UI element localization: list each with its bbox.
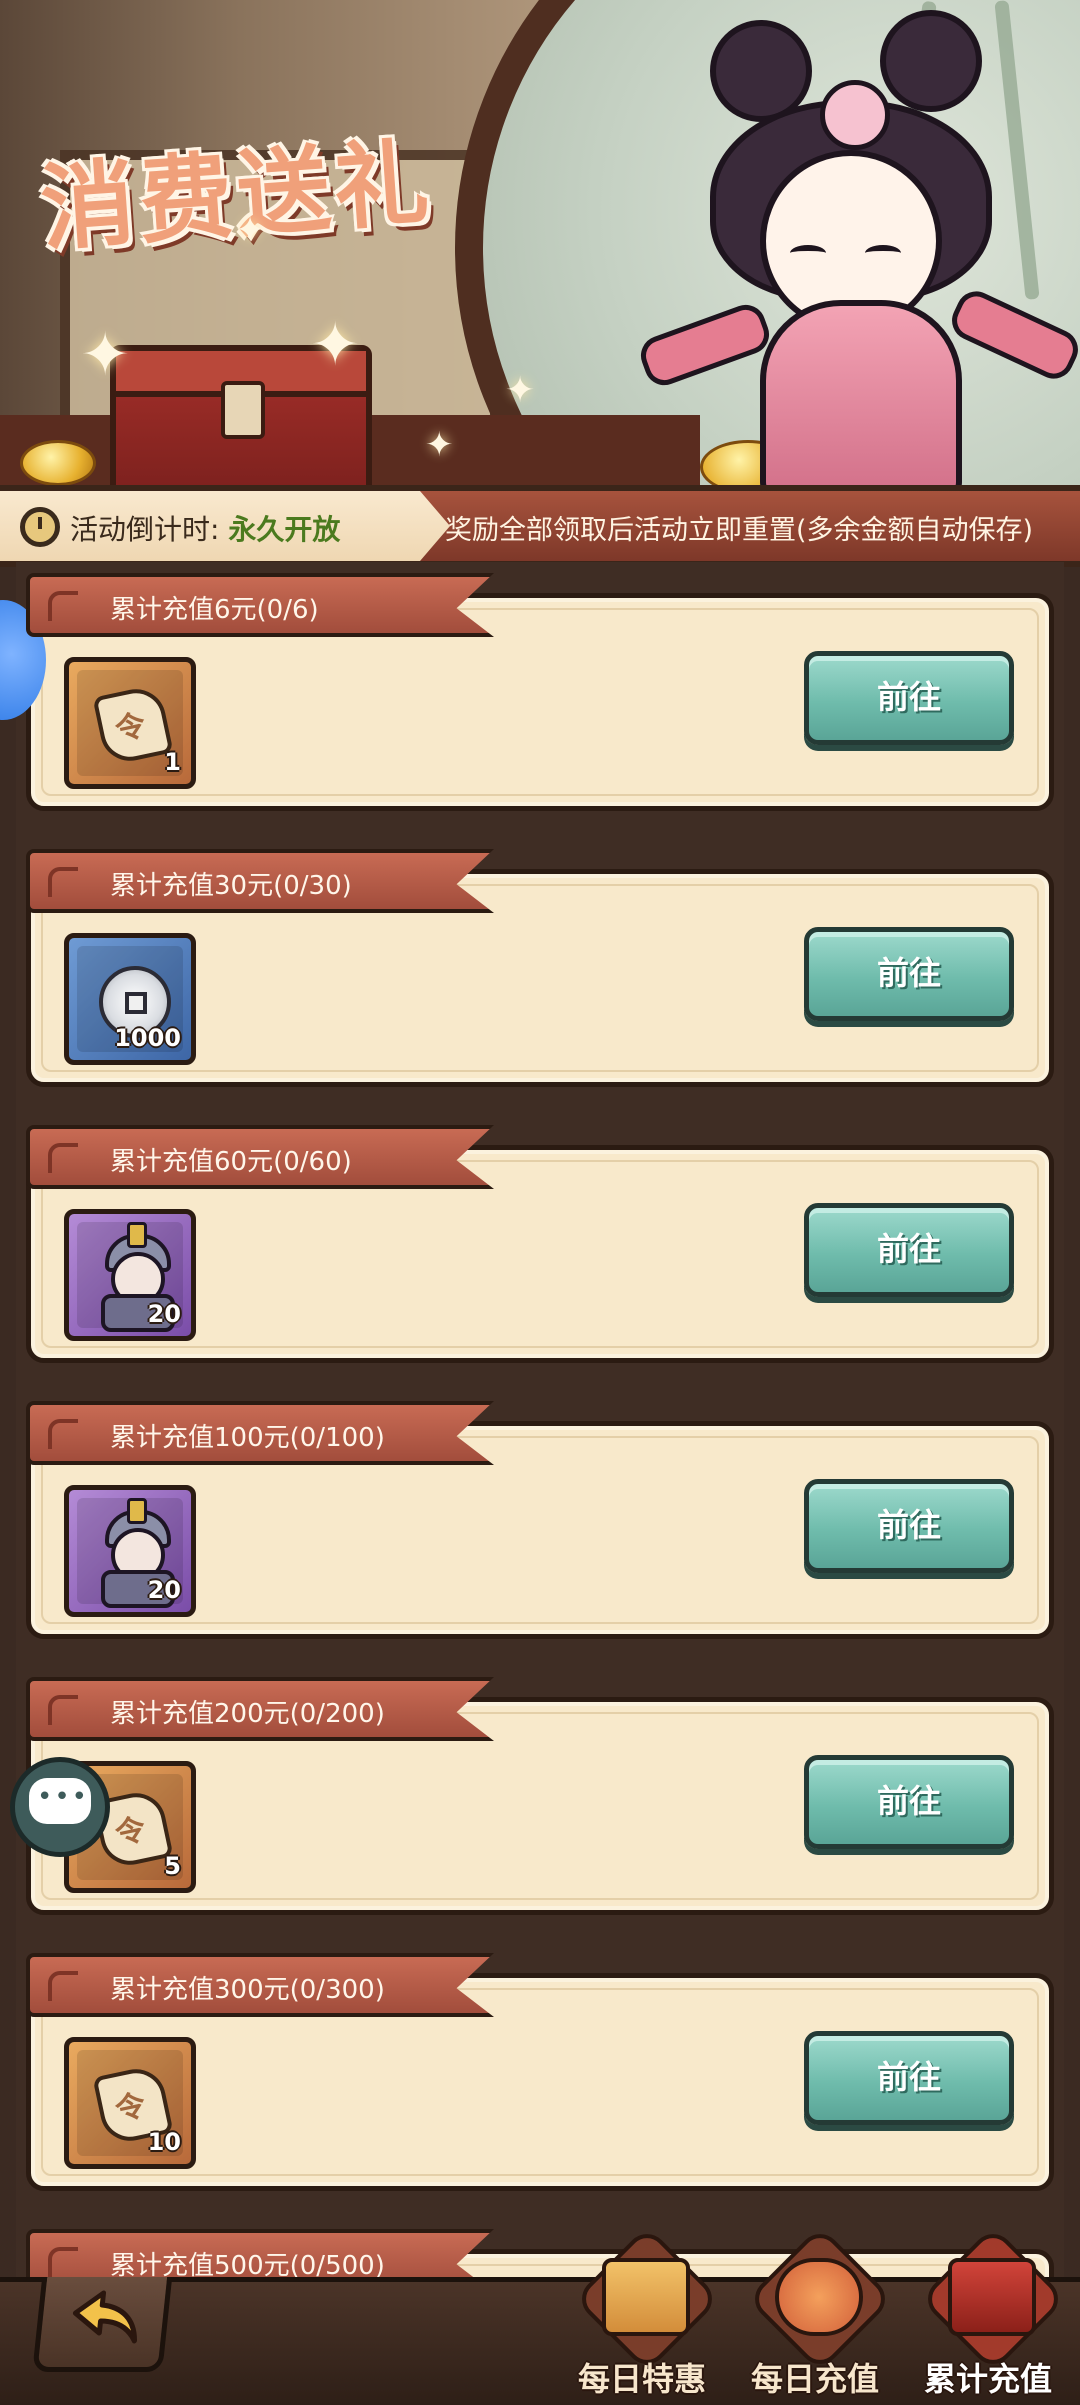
treasure-chest-icon (948, 2258, 1036, 2336)
go-button[interactable]: 前往 (804, 1479, 1014, 1573)
sparkle-icon: ✦ (505, 370, 536, 411)
countdown-label: 活动倒计时: 永久开放 (70, 508, 340, 548)
tab-daily-special[interactable]: 每日特惠 (562, 2225, 722, 2404)
back-button[interactable] (32, 2262, 174, 2372)
tier-title: 累计充值30元(0/30) (110, 871, 352, 901)
tier-title-tab: 累计充值300元(0/300) (26, 1953, 494, 2017)
reward-item-slot[interactable]: 20 (64, 1485, 196, 1617)
tab-cumulative-recharge[interactable]: 累计充值 (908, 2225, 1068, 2404)
reward-quantity: 20 (147, 1576, 181, 1604)
reward-tier-card: 累计充值30元(0/30) 1000 前往 (26, 849, 1054, 1087)
gold-ingot-decoration (20, 440, 96, 485)
tier-title-tab: 累计充值100元(0/100) (26, 1401, 494, 1465)
reward-tier-card: 累计充值100元(0/100) 20 前往 (26, 1401, 1054, 1639)
event-banner: 消费送礼 ✦ ✦ ✦ ✦ ✦ (0, 0, 1080, 485)
chat-button[interactable] (10, 1757, 110, 1857)
reward-tier-card: 累计充值500元(0/500) (26, 2229, 1054, 2277)
reward-quantity: 1 (164, 748, 181, 776)
countdown-value: 永久开放 (228, 513, 341, 546)
tab-daily-recharge[interactable]: 每日充值 (735, 2225, 895, 2404)
reward-tier-list[interactable]: 累计充值6元(0/6) 1 前往 累计充值30元(0/30) 1000 前往 累… (16, 562, 1064, 2277)
reward-item-slot[interactable]: 1 (64, 657, 196, 789)
reward-item-slot[interactable]: 1000 (64, 933, 196, 1065)
tier-title-tab: 累计充值6元(0/6) (26, 573, 494, 637)
go-button[interactable]: 前往 (804, 1203, 1014, 1297)
countdown-bar: 活动倒计时: 永久开放 奖励全部领取后活动立即重置(多余金额自动保存) (0, 485, 1080, 567)
character-illustration (635, 10, 1080, 485)
reward-tier-card: 累计充值200元(0/200) 5 前往 (26, 1677, 1054, 1915)
tier-title: 累计充值100元(0/100) (110, 1423, 385, 1453)
chat-icon (29, 1778, 91, 1824)
reward-quantity: 20 (147, 1300, 181, 1328)
reward-tier-card: 累计充值60元(0/60) 20 前往 (26, 1125, 1054, 1363)
reward-item-slot[interactable]: 20 (64, 1209, 196, 1341)
reward-quantity: 5 (164, 1852, 181, 1880)
gift-box-icon (602, 2258, 690, 2336)
sparkle-icon: ✦ (310, 310, 361, 380)
back-arrow-icon (72, 2290, 137, 2344)
tier-title: 累计充值200元(0/200) (110, 1699, 385, 1729)
go-button[interactable]: 前往 (804, 2031, 1014, 2125)
money-bag-icon (775, 2258, 863, 2336)
go-button[interactable]: 前往 (804, 1755, 1014, 1849)
tier-title-tab: 累计充值60元(0/60) (26, 1125, 494, 1189)
reward-tier-card: 累计充值6元(0/6) 1 前往 (26, 573, 1054, 811)
tab-label: 累计充值 (923, 2360, 1052, 2398)
tab-label: 每日充值 (750, 2360, 879, 2398)
reward-item-slot[interactable]: 10 (64, 2037, 196, 2169)
reward-quantity: 1000 (114, 1024, 181, 1052)
sparkle-icon: ✦ (425, 425, 454, 465)
tier-title: 累计充值60元(0/60) (110, 1147, 352, 1177)
tier-title: 累计充值300元(0/300) (110, 1975, 385, 2005)
reset-notice: 奖励全部领取后活动立即重置(多余金额自动保存) (420, 491, 1080, 561)
tier-title-tab: 累计充值30元(0/30) (26, 849, 494, 913)
sparkle-icon: ✦ (235, 210, 266, 251)
go-button[interactable]: 前往 (804, 927, 1014, 1021)
tier-title-tab: 累计充值200元(0/200) (26, 1677, 494, 1741)
reward-tier-card: 累计充值300元(0/300) 10 前往 (26, 1953, 1054, 2191)
go-button[interactable]: 前往 (804, 651, 1014, 745)
reward-quantity: 10 (147, 2128, 181, 2156)
tab-label: 每日特惠 (577, 2360, 706, 2398)
tier-title: 累计充值6元(0/6) (110, 595, 319, 625)
tier-title: 累计充值500元(0/500) (110, 2251, 385, 2277)
countdown-section: 活动倒计时: 永久开放 (0, 491, 460, 561)
bottom-nav: 每日特惠 每日充值 累计充值 (0, 2225, 1080, 2405)
tier-title-tab: 累计充值500元(0/500) (26, 2229, 494, 2277)
countdown-label-text: 活动倒计时: (70, 513, 229, 546)
sparkle-icon: ✦ (80, 320, 131, 390)
reset-notice-text: 奖励全部领取后活动立即重置(多余金额自动保存) (445, 515, 1034, 546)
clock-icon (20, 507, 60, 547)
